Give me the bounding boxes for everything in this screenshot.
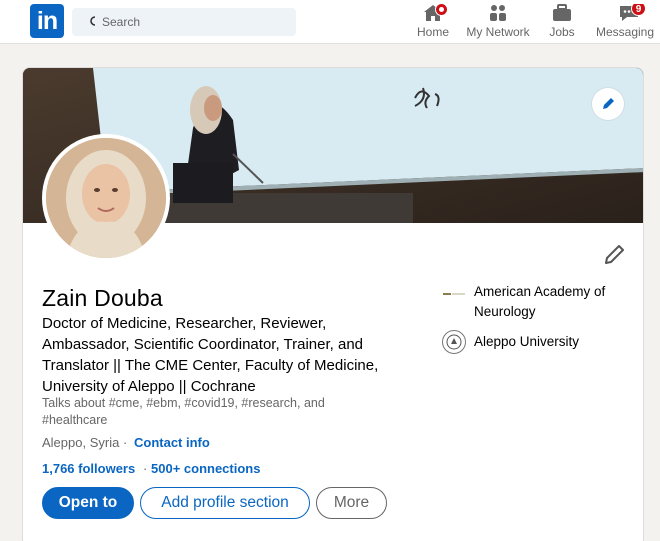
pencil-icon [605,245,624,264]
location-separator: · [122,435,128,450]
org-name: American Academy of Neurology [474,284,606,319]
profile-card: Zain Douba Doctor of Medicine, Researche… [22,67,644,541]
followers-link[interactable]: 1,766 followers [42,461,135,476]
profile-headline: Doctor of Medicine, Researcher, Reviewer… [42,315,379,395]
avatar[interactable] [42,134,170,262]
search-input[interactable] [102,8,288,36]
profile-name: Zain Douba [42,285,163,311]
more-button[interactable]: More [316,487,387,519]
edit-cover-button[interactable] [592,88,624,120]
aan-logo-icon [442,291,466,297]
connections-link[interactable]: 500+ connections [151,461,260,476]
open-to-button[interactable]: Open to [42,487,134,519]
nav-jobs-label: Jobs [549,25,575,39]
add-profile-section-button[interactable]: Add profile section [140,487,310,519]
pencil-icon [603,98,614,109]
search-bar[interactable] [72,8,296,36]
nav-jobs[interactable]: Jobs [547,4,577,40]
nav-home-label: Home [416,25,449,39]
nav-home[interactable]: Home [416,3,450,40]
location-text: Aleppo, Syria [42,435,120,450]
edit-profile-button[interactable] [601,242,627,268]
network-icon [487,4,509,22]
nav-my-network[interactable]: My Network [464,4,532,40]
message-icon: 9 [618,4,646,22]
location: Aleppo, Syria · [42,435,127,450]
messaging-badge: 9 [631,4,646,16]
nav-messaging-label: Messaging [596,25,655,39]
briefcase-icon [551,4,573,22]
avatar-image [46,138,166,258]
home-badge [435,3,448,16]
top-nav: in Home My Network [0,0,660,44]
nav-messaging[interactable]: 9 Messaging [596,4,660,40]
search-icon [90,16,96,26]
linkedin-logo[interactable]: in [30,4,64,38]
home-icon [422,3,448,22]
aleppo-university-logo-icon [442,330,466,354]
contact-info-link[interactable]: Contact info [134,435,210,450]
talks-about: Talks about #cme, #ebm, #covid19, #resea… [42,396,325,427]
nav-my-network-label: My Network [466,25,530,39]
stats-separator: · [143,461,148,476]
org-name: Aleppo University [474,334,580,349]
